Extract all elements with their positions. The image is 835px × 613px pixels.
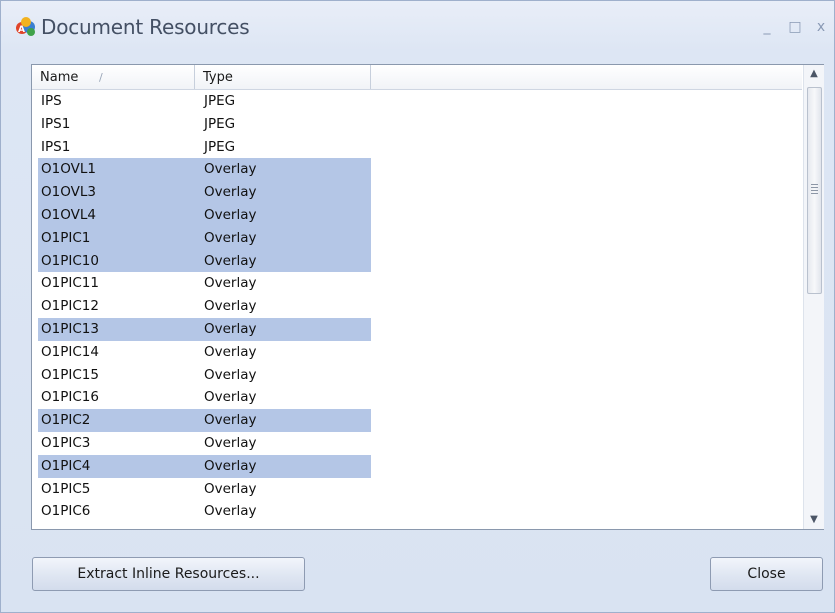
row-name-cell: O1PIC11: [41, 275, 99, 292]
row-name-cell: O1PIC5: [41, 480, 91, 497]
list-row[interactable]: O1PIC11 Overlay: [38, 272, 802, 295]
row-name-cell: O1PIC10: [41, 252, 99, 269]
row-type-cell: JPEG: [204, 138, 236, 155]
list-row[interactable]: O1PIC13 Overlay: [38, 317, 802, 341]
row-type-cell: Overlay: [204, 275, 257, 292]
list-row[interactable]: O1OVL4 Overlay: [38, 203, 802, 227]
row-type-cell: JPEG: [204, 93, 236, 109]
resource-list[interactable]: Name / Type IPS JPEG IPS1 JPEG IPS1 JPEG O1OVL…: [31, 64, 824, 530]
column-header-type[interactable]: Type: [195, 65, 371, 89]
row-type-cell: Overlay: [204, 389, 257, 406]
row-type-cell: JPEG: [204, 115, 236, 132]
row-type-cell: Overlay: [204, 434, 257, 451]
row-name-cell: O1OVL4: [41, 206, 96, 223]
window-title: Document Resources: [41, 15, 250, 39]
row-name-cell: O1PIC12: [41, 298, 99, 315]
sort-indicator-icon: /: [99, 71, 103, 84]
extract-inline-resources-button[interactable]: Extract Inline Resources...: [32, 557, 305, 591]
list-row[interactable]: O1OVL3 Overlay: [38, 181, 802, 204]
row-name-cell: O1PIC3: [41, 434, 91, 451]
row-type-cell: Overlay: [204, 252, 257, 269]
row-type-cell: Overlay: [204, 161, 257, 178]
row-type-cell: Overlay: [204, 503, 257, 520]
list-header: Name / Type: [32, 65, 802, 90]
title-bar[interactable]: A Document Resources _ □ x: [1, 1, 834, 53]
row-type-cell: Overlay: [204, 206, 257, 223]
list-rows: IPS JPEG IPS1 JPEG IPS1 JPEG O1OVL1 Overlay O1OV…: [38, 90, 802, 523]
scroll-down-icon[interactable]: ▼: [804, 511, 824, 529]
row-name-cell: O1PIC1: [41, 229, 91, 246]
list-row[interactable]: O1PIC16 Overlay: [38, 386, 802, 409]
close-window-button[interactable]: x: [811, 17, 831, 37]
list-row[interactable]: O1PIC6 Overlay: [38, 500, 802, 523]
row-type-cell: Overlay: [204, 320, 257, 337]
list-row[interactable]: O1PIC12 Overlay: [38, 295, 802, 318]
column-header-name-label: Name: [40, 70, 79, 85]
scrollbar-thumb[interactable]: [807, 87, 822, 294]
scroll-up-icon[interactable]: ▲: [804, 65, 824, 83]
app-icon: A: [16, 17, 35, 36]
list-row[interactable]: O1PIC4 Overlay: [38, 454, 802, 478]
row-type-cell: Overlay: [204, 343, 257, 360]
column-header-type-label: Type: [203, 70, 233, 85]
row-name-cell: O1PIC4: [41, 457, 91, 474]
vertical-scrollbar[interactable]: ▲ ▼: [803, 65, 824, 529]
row-name-cell: O1PIC16: [41, 389, 99, 406]
row-name-cell: IPS1: [41, 115, 71, 132]
list-row[interactable]: O1PIC1 Overlay: [38, 226, 802, 250]
row-name-cell: O1PIC2: [41, 412, 91, 429]
row-type-cell: Overlay: [204, 184, 257, 201]
minimize-button[interactable]: _: [757, 17, 777, 37]
row-name-cell: O1PIC14: [41, 343, 99, 360]
column-header-name[interactable]: Name /: [32, 65, 195, 89]
row-type-cell: Overlay: [204, 412, 257, 429]
row-name-cell: IPS1: [41, 138, 71, 155]
row-name-cell: O1PIC6: [41, 503, 91, 520]
maximize-button[interactable]: □: [785, 17, 805, 37]
document-resources-window: A Document Resources _ □ x Name / Type I…: [0, 0, 835, 613]
list-row[interactable]: O1PIC5 Overlay: [38, 478, 802, 501]
list-row[interactable]: O1OVL1 Overlay: [38, 158, 802, 182]
list-row[interactable]: IPS1 JPEG: [38, 136, 802, 159]
list-row[interactable]: O1PIC15 Overlay: [38, 364, 802, 387]
list-row[interactable]: O1PIC14 Overlay: [38, 341, 802, 364]
list-row[interactable]: O1PIC2 Overlay: [38, 409, 802, 432]
list-row[interactable]: O1PIC3 Overlay: [38, 432, 802, 455]
list-row[interactable]: O1PIC10 Overlay: [38, 249, 802, 273]
row-type-cell: Overlay: [204, 457, 257, 474]
row-name-cell: O1OVL1: [41, 161, 96, 178]
row-type-cell: Overlay: [204, 229, 257, 246]
row-name-cell: O1PIC13: [41, 320, 99, 337]
row-type-cell: Overlay: [204, 298, 257, 315]
svg-text:A: A: [18, 25, 25, 35]
row-name-cell: O1OVL3: [41, 184, 96, 201]
row-name-cell: O1PIC15: [41, 366, 99, 383]
list-row[interactable]: IPS1 JPEG: [38, 113, 802, 136]
row-name-cell: IPS: [41, 93, 62, 109]
row-type-cell: Overlay: [204, 480, 257, 497]
list-row[interactable]: IPS JPEG: [38, 90, 802, 113]
row-type-cell: Overlay: [204, 366, 257, 383]
grip-icon: [811, 184, 818, 194]
close-button[interactable]: Close: [710, 557, 823, 591]
